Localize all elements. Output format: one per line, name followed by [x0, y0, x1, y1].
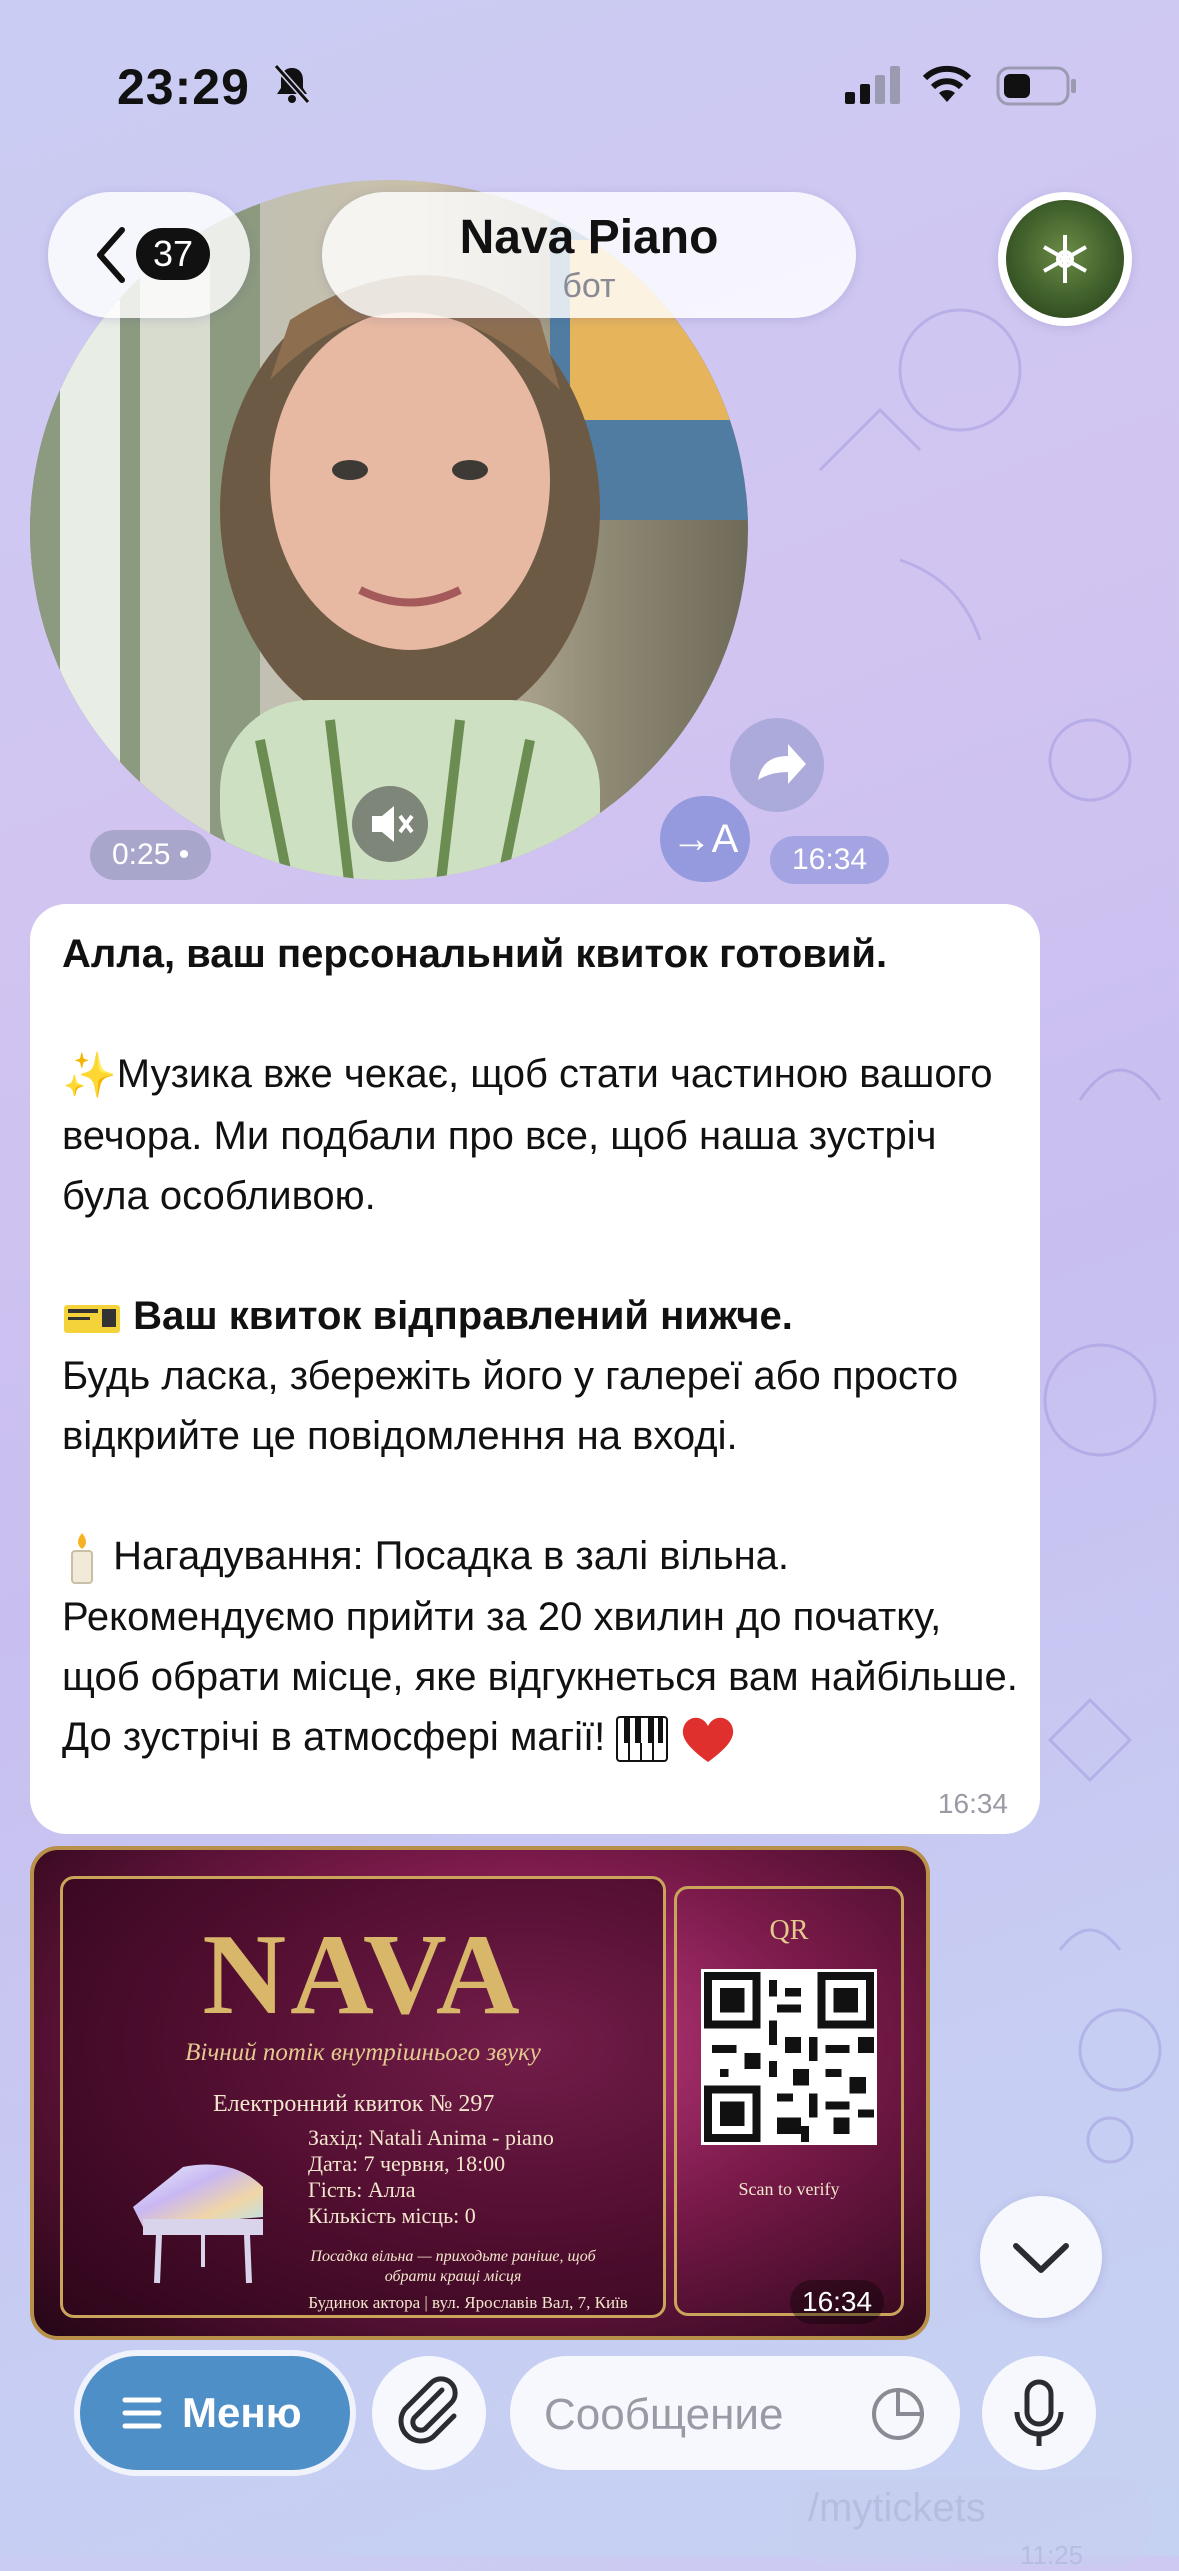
- sent-message-bubble: /mytickets 11:25: [790, 2476, 1150, 2570]
- ticket-event: Захід: Natali Anima - piano: [308, 2125, 554, 2150]
- qr-label: QR: [769, 1915, 809, 1946]
- message-placeholder: Сообщение: [544, 2390, 784, 2439]
- ticket-tagline: Вічний потік внутрішнього звуку: [185, 2039, 541, 2066]
- grand-piano-icon: [133, 2164, 263, 2284]
- piano-keys-emoji-icon: [616, 1716, 669, 1763]
- attach-button[interactable]: [372, 2356, 486, 2470]
- ticket-info-panel: NAVA Вічний потік внутрішнього звуку Еле…: [60, 1876, 666, 2318]
- message-closing: До зустрічі в атмосфері магії!: [62, 1707, 1022, 1767]
- sent-message-text: /mytickets: [808, 2486, 986, 2530]
- forward-button[interactable]: [730, 718, 824, 812]
- translate-button[interactable]: →A: [660, 796, 750, 882]
- video-timestamp: 16:34: [770, 836, 890, 884]
- cellular-signal-icon: [845, 66, 900, 104]
- ticket-number: Електронний квиток № 297: [213, 2091, 495, 2117]
- message-save-instructions: Будь ласка, збережіть його у галереї або…: [62, 1354, 959, 1459]
- unread-count-badge: 37: [136, 228, 210, 280]
- candle-emoji-icon: [71, 1532, 93, 1584]
- ticket-address: Будинок актора | вул. Ярославів Вал, 7, …: [308, 2293, 628, 2312]
- chevron-down-icon: [1013, 2243, 1069, 2273]
- hamburger-icon: [122, 2397, 162, 2429]
- menu-button[interactable]: Меню: [80, 2356, 350, 2470]
- bot-message-bubble[interactable]: Алла, ваш персональний квиток готовий. ✨…: [30, 904, 1040, 1834]
- chat-subtitle: бот: [562, 267, 616, 305]
- microphone-button[interactable]: [982, 2356, 1096, 2470]
- ticket-note: Посадка вільна — приходьте раніше, щоб о…: [310, 2248, 596, 2285]
- message-recommendation: Рекомендуємо прийти за 20 хвилин до поча…: [62, 1594, 1018, 1699]
- message-ticket-line: Ваш квиток відправлений нижче.: [62, 1286, 1022, 1346]
- battery-icon: [996, 66, 1076, 106]
- bot-avatar[interactable]: [998, 192, 1132, 326]
- red-heart-emoji-icon: [682, 1718, 733, 1763]
- wifi-icon: [922, 65, 972, 102]
- silent-bell-icon: [273, 64, 311, 104]
- paperclip-icon: [398, 2376, 458, 2444]
- ticket-seats: Кількість місць: 0: [308, 2203, 476, 2228]
- back-button[interactable]: 37: [48, 192, 250, 318]
- message-paragraph-music: ✨Музика вже чекає, щоб стати частиною ва…: [62, 1044, 1022, 1226]
- ticket-timestamp: 16:34: [790, 2280, 885, 2324]
- scroll-down-button[interactable]: [980, 2196, 1102, 2318]
- menu-label: Меню: [182, 2389, 302, 2436]
- video-duration: 0:25 •: [90, 830, 212, 880]
- chevron-left-icon: [97, 227, 125, 283]
- forward-arrow-icon: [758, 744, 806, 784]
- ticket-guest: Гість: Алла: [308, 2177, 416, 2202]
- ticket-qr-panel: QR Scan to verify: [674, 1886, 904, 2316]
- chat-name: Nava Piano: [459, 211, 719, 264]
- microphone-icon: [1014, 2379, 1064, 2446]
- chat-title-pill[interactable]: Nava Piano бот: [322, 192, 856, 318]
- message-reminder: Нагадування: Посадка в залі вільна.: [62, 1526, 1022, 1586]
- muted-speaker-icon[interactable]: [352, 786, 428, 862]
- ticket-brand: NAVA: [202, 1911, 524, 2039]
- status-time: 23:29: [117, 59, 250, 115]
- sticker-icon[interactable]: [870, 2386, 926, 2442]
- ticket-emoji-icon: [64, 1304, 120, 1333]
- message-input[interactable]: Сообщение: [510, 2356, 960, 2470]
- message-timestamp: 16:34: [937, 1788, 1008, 1819]
- ticket-image[interactable]: NAVA Вічний потік внутрішнього звуку Еле…: [30, 1846, 930, 2340]
- ticket-date: Дата: 7 червня, 18:00: [308, 2151, 506, 2176]
- sparkles-icon: ✨: [62, 1051, 117, 1101]
- status-bar: 23:29: [0, 0, 1179, 170]
- scan-to-verify: Scan to verify: [738, 2179, 840, 2199]
- message-heading: Алла, ваш персональний квиток готовий.: [62, 932, 888, 976]
- snowflake-logo-icon: [1043, 235, 1087, 283]
- qr-code-icon: [701, 1969, 877, 2145]
